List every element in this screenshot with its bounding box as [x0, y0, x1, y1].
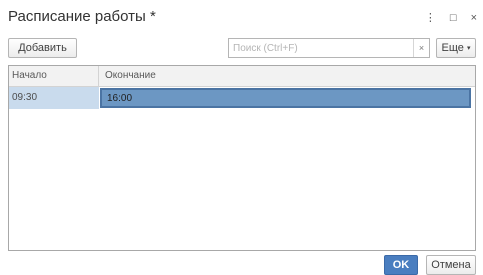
window-title: Расписание работы * — [8, 8, 156, 25]
schedule-table[interactable]: Начало Окончание 09:30 16:00 — [8, 65, 476, 251]
window-controls: ⋮ □ × — [425, 12, 477, 24]
column-header-end[interactable]: Окончание — [99, 66, 475, 86]
table-row[interactable]: 09:30 16:00 — [9, 87, 475, 109]
cell-start-time[interactable]: 09:30 — [9, 87, 99, 109]
ok-button[interactable]: OK — [384, 255, 418, 275]
more-menu-icon[interactable]: ⋮ — [425, 12, 436, 24]
more-button-label: Еще — [441, 42, 464, 54]
column-header-start[interactable]: Начало — [9, 66, 99, 86]
add-button[interactable]: Добавить — [8, 38, 77, 58]
cancel-button[interactable]: Отмена — [426, 255, 476, 275]
clear-search-icon[interactable]: × — [413, 39, 429, 57]
cell-end-time[interactable]: 16:00 — [100, 88, 471, 108]
close-icon[interactable]: × — [471, 12, 477, 24]
search-field[interactable]: × — [228, 38, 430, 58]
chevron-down-icon: ▾ — [466, 45, 471, 52]
table-header: Начало Окончание — [9, 66, 475, 87]
maximize-icon[interactable]: □ — [450, 12, 457, 24]
more-button[interactable]: Еще ▾ — [436, 38, 476, 58]
search-input[interactable] — [229, 39, 414, 57]
